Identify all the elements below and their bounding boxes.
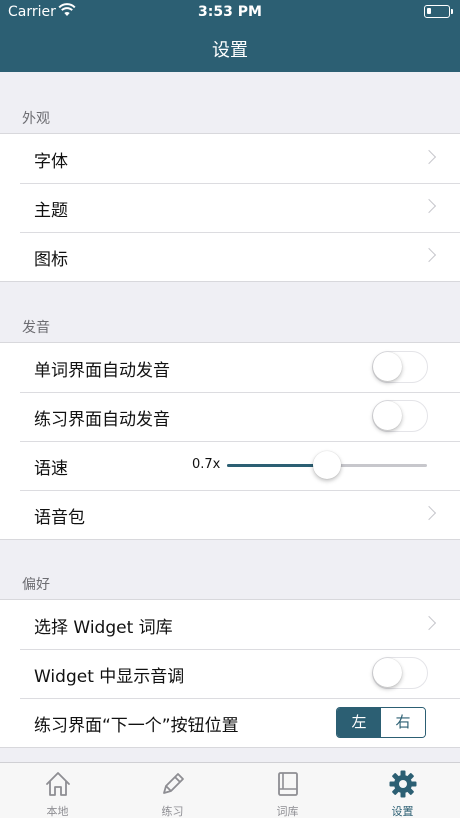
row-widget-library-label: 选择 Widget 词库 <box>34 618 173 638</box>
pronunciation-group: 单词界面自动发音 练习界面自动发音 语速 0.7x 语音包 <box>0 342 460 540</box>
tab-practice[interactable]: 练习 <box>115 763 230 818</box>
status-bar: Carrier 3:53 PM <box>0 0 460 24</box>
section-header-appearance: 外观 <box>22 111 50 127</box>
row-word-auto-label: 单词界面自动发音 <box>34 361 170 381</box>
appearance-group: 字体 主题 图标 <box>0 133 460 282</box>
row-next-button-position: 练习界面“下一个”按钮位置 左 右 <box>0 698 460 747</box>
row-word-auto-pronounce: 单词界面自动发音 <box>0 343 460 392</box>
tab-local[interactable]: 本地 <box>0 763 115 818</box>
row-widget-tone-label: Widget 中显示音调 <box>34 667 185 687</box>
row-practice-auto-pronounce: 练习界面自动发音 <box>0 392 460 441</box>
row-icon-label: 图标 <box>34 250 68 270</box>
settings-list[interactable]: 外观 字体 主题 图标 发音 单词界面自动发音 练习界面自动发音 语速 0.7x <box>0 72 460 762</box>
battery-icon <box>424 5 453 18</box>
tab-label: 本地 <box>46 805 69 818</box>
row-next-button-label: 练习界面“下一个”按钮位置 <box>34 716 239 736</box>
row-font-label: 字体 <box>34 152 68 172</box>
position-segmented-control[interactable]: 左 右 <box>336 707 426 738</box>
row-speech-speed: 语速 0.7x <box>0 441 460 490</box>
speed-slider[interactable] <box>227 451 427 479</box>
word-auto-toggle[interactable] <box>372 351 428 383</box>
tab-label: 词库 <box>276 805 299 818</box>
tab-label: 设置 <box>391 805 414 818</box>
tab-bar: 本地 练习 词库 设置 <box>0 762 460 818</box>
row-practice-auto-label: 练习界面自动发音 <box>34 410 170 430</box>
page-title: 设置 <box>212 40 248 61</box>
tab-settings[interactable]: 设置 <box>345 763 460 818</box>
segment-right[interactable]: 右 <box>381 708 425 737</box>
widget-tone-toggle[interactable] <box>372 657 428 689</box>
row-theme[interactable]: 主题 <box>0 183 460 232</box>
section-header-preferences: 偏好 <box>22 577 50 593</box>
segment-left[interactable]: 左 <box>337 708 381 737</box>
chevron-right-icon <box>421 198 437 214</box>
row-widget-library[interactable]: 选择 Widget 词库 <box>0 600 460 649</box>
chevron-right-icon <box>421 505 437 521</box>
tab-label: 练习 <box>161 805 184 818</box>
section-header-pronunciation: 发音 <box>22 320 50 336</box>
preferences-group: 选择 Widget 词库 Widget 中显示音调 练习界面“下一个”按钮位置 … <box>0 599 460 748</box>
row-speed-label: 语速 <box>34 459 68 479</box>
row-icon[interactable]: 图标 <box>0 232 460 281</box>
chevron-right-icon <box>421 149 437 165</box>
gear-icon <box>389 770 417 798</box>
practice-auto-toggle[interactable] <box>372 400 428 432</box>
pencil-icon <box>163 773 184 794</box>
row-voice-pack-label: 语音包 <box>34 508 85 528</box>
speed-value: 0.7x <box>192 457 221 472</box>
chevron-right-icon <box>421 615 437 631</box>
slider-thumb[interactable] <box>313 451 341 479</box>
slider-fill <box>227 464 327 467</box>
row-font[interactable]: 字体 <box>0 134 460 183</box>
tab-library[interactable]: 词库 <box>230 763 345 818</box>
row-widget-tone: Widget 中显示音调 <box>0 649 460 698</box>
chevron-right-icon <box>421 247 437 263</box>
status-time: 3:53 PM <box>198 4 262 20</box>
book-icon <box>278 772 298 796</box>
nav-header: Carrier 3:53 PM 设置 <box>0 0 460 72</box>
home-icon <box>46 772 70 796</box>
row-voice-pack[interactable]: 语音包 <box>0 490 460 539</box>
row-theme-label: 主题 <box>34 201 68 221</box>
